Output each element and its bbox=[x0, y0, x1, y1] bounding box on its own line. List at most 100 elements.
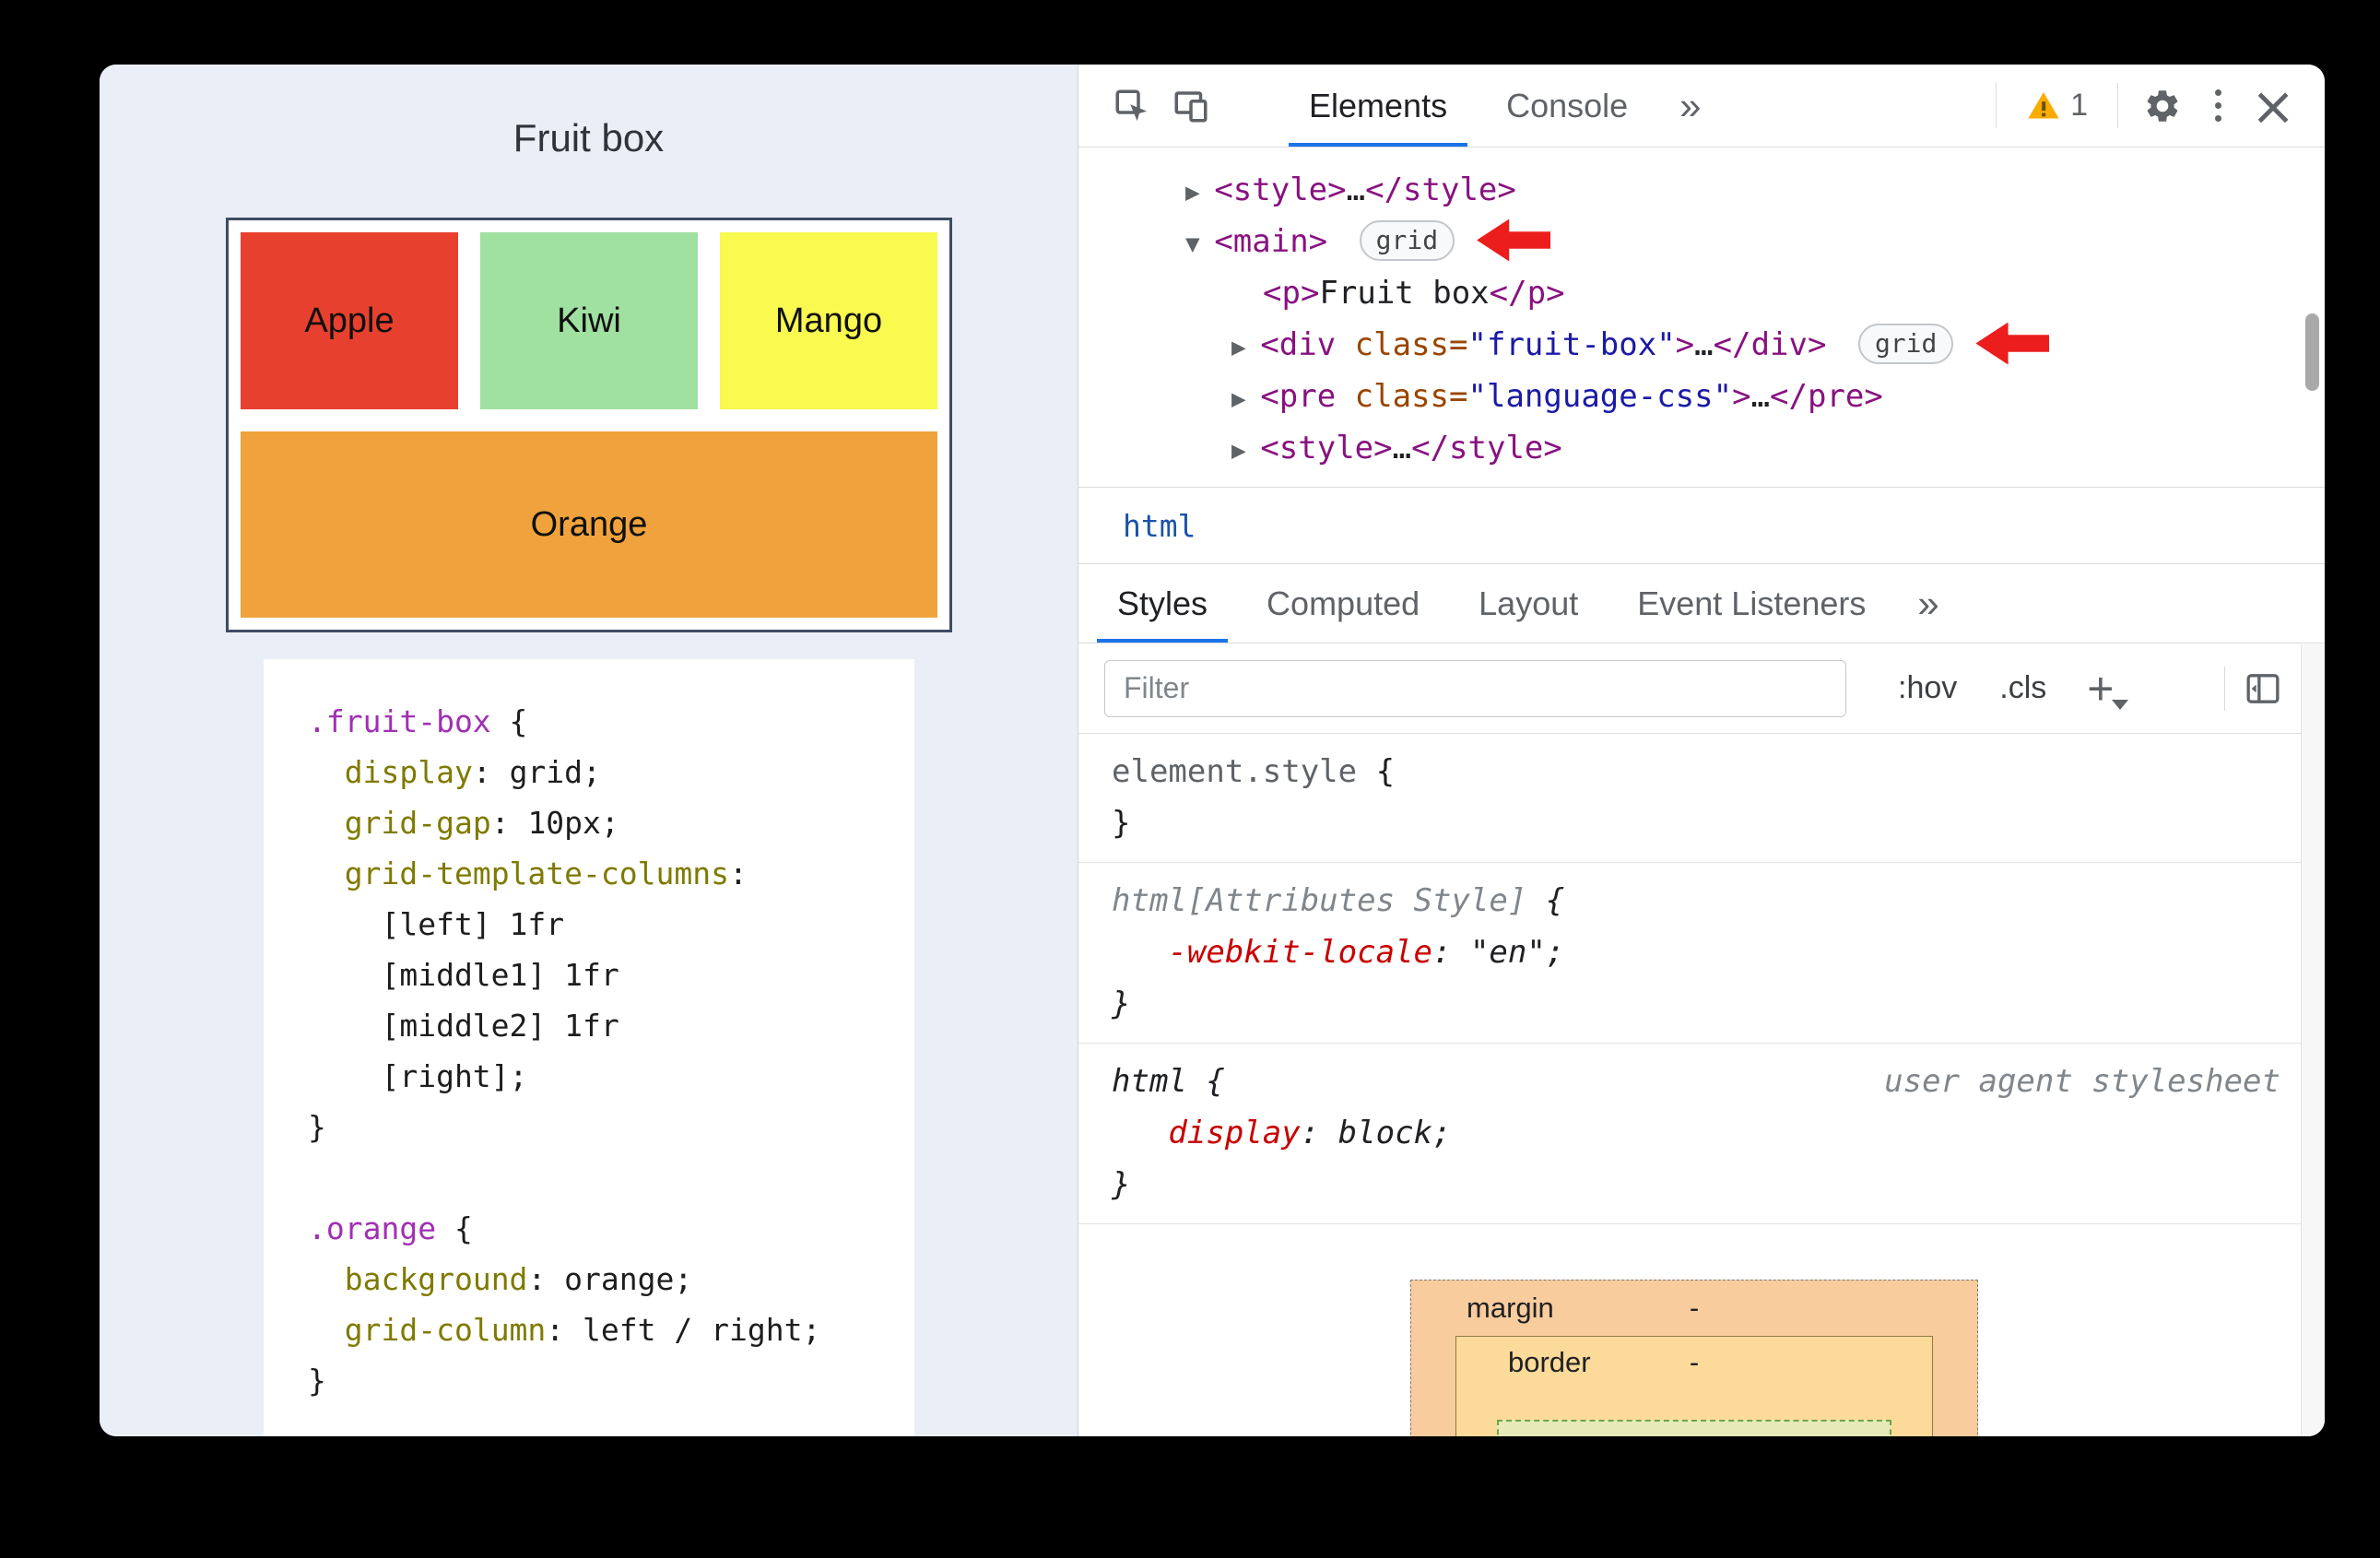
tab-event-listeners[interactable]: Event Listeners bbox=[1608, 564, 1895, 643]
tab-elements[interactable]: Elements bbox=[1279, 65, 1477, 147]
red-arrow-icon bbox=[1477, 218, 1551, 262]
margin-top-value[interactable]: - bbox=[1690, 1282, 1699, 1334]
warning-count: 1 bbox=[2070, 88, 2088, 123]
stylesheet-origin-note: user agent stylesheet bbox=[1884, 1063, 2280, 1100]
rule-line: display: block; bbox=[1112, 1107, 2325, 1159]
code-token: > bbox=[1675, 326, 1695, 363]
more-sidebar-tabs-icon[interactable]: » bbox=[1895, 564, 1961, 643]
code-token: … bbox=[1392, 430, 1412, 466]
code-token: { bbox=[490, 703, 528, 739]
cls-toggle[interactable]: .cls bbox=[1999, 670, 2046, 706]
code-token: ; bbox=[1432, 1115, 1452, 1151]
code-token: </div> bbox=[1713, 326, 1827, 363]
hov-toggle[interactable]: :hov bbox=[1898, 670, 1957, 706]
disclosure-triangle-icon[interactable]: ▶ bbox=[1231, 334, 1260, 361]
rule-line: html[Attributes Style] { bbox=[1112, 875, 2325, 927]
code-token: : orange; bbox=[527, 1261, 693, 1297]
style-rule-user-agent[interactable]: user agent stylesheet html { display: bl… bbox=[1078, 1044, 2325, 1224]
device-toolbar-icon[interactable] bbox=[1161, 77, 1220, 136]
code-token: block bbox=[1337, 1115, 1433, 1151]
box-model-diagram[interactable]: margin - border - bbox=[1410, 1280, 1978, 1436]
dom-line-div-fruit-box[interactable]: ▶ <div class="fruit-box">…</div> grid bbox=[1078, 319, 2325, 371]
code-token: class= bbox=[1336, 378, 1468, 415]
devtools-toolbar: Elements Console » 1 × bbox=[1078, 65, 2325, 148]
code-token: </pre> bbox=[1770, 378, 1883, 415]
code-token: ; bbox=[1545, 934, 1565, 971]
fruit-cell-kiwi: Kiwi bbox=[480, 232, 698, 409]
border-top-value[interactable]: - bbox=[1690, 1337, 1699, 1388]
code-token: <p> bbox=[1263, 275, 1320, 312]
dom-line-pre[interactable]: ▶ <pre class="language-css">…</pre> bbox=[1078, 371, 2325, 422]
toolbar-separator bbox=[1996, 83, 1997, 128]
code-line: .fruit-box { bbox=[308, 696, 914, 747]
code-line: [middle2] 1fr bbox=[308, 1000, 914, 1051]
code-line: display: grid; bbox=[308, 747, 914, 797]
code-token: : left / right; bbox=[546, 1312, 821, 1348]
box-model-margin: margin - border - bbox=[1410, 1280, 1978, 1436]
code-token: <style> bbox=[1260, 430, 1393, 466]
toggle-sidebar-pane-icon[interactable] bbox=[2242, 670, 2284, 707]
fruit-cell-mango: Mango bbox=[720, 232, 937, 409]
dom-scrollbar-thumb[interactable] bbox=[2305, 313, 2319, 391]
style-rule-element[interactable]: element.style { } bbox=[1078, 734, 2325, 863]
code-token: [middle1] 1fr bbox=[308, 957, 619, 993]
code-line: [right]; bbox=[308, 1051, 914, 1102]
warnings-badge[interactable]: 1 bbox=[2011, 65, 2103, 147]
dom-line-main[interactable]: ▼ <main> grid bbox=[1078, 216, 2325, 267]
code-token: [middle2] 1fr bbox=[308, 1008, 619, 1044]
disclosure-triangle-icon[interactable]: ▶ bbox=[1185, 179, 1214, 207]
code-line: background: orange; bbox=[308, 1254, 914, 1304]
code-token: class= bbox=[1336, 326, 1468, 363]
code-token: > bbox=[1732, 378, 1751, 415]
fruit-box-container: Apple Kiwi Mango Orange bbox=[226, 218, 952, 632]
code-token: : bbox=[1432, 934, 1470, 971]
dom-line-style[interactable]: ▶ <style>…</style> bbox=[1078, 422, 2325, 474]
border-label: border bbox=[1508, 1346, 1591, 1378]
fruit-cell-apple: Apple bbox=[241, 232, 458, 409]
browser-window: Fruit box Apple Kiwi Mango Orange .fruit… bbox=[100, 65, 2325, 1436]
disclosure-triangle-icon[interactable]: ▶ bbox=[1231, 385, 1260, 413]
tab-styles[interactable]: Styles bbox=[1088, 564, 1237, 643]
code-line: } bbox=[308, 1355, 914, 1406]
code-line: grid-gap: 10px; bbox=[308, 797, 914, 848]
grid-badge: grid bbox=[1359, 219, 1455, 261]
new-style-rule-button[interactable]: + bbox=[2087, 666, 2129, 712]
more-options-icon[interactable] bbox=[2192, 77, 2244, 136]
code-token: background bbox=[344, 1261, 528, 1297]
disclosure-triangle-icon[interactable]: ▶ bbox=[1231, 437, 1260, 465]
tab-computed[interactable]: Computed bbox=[1237, 564, 1449, 643]
tab-layout[interactable]: Layout bbox=[1449, 564, 1608, 643]
settings-gear-icon[interactable] bbox=[2133, 77, 2192, 136]
box-model-border: border - bbox=[1455, 1336, 1933, 1436]
styles-filter-bar: :hov .cls + bbox=[1078, 643, 2325, 734]
code-line: [middle1] 1fr bbox=[308, 950, 914, 1000]
code-token: element.style bbox=[1112, 753, 1358, 790]
code-token: … bbox=[1346, 171, 1366, 208]
tab-console[interactable]: Console bbox=[1477, 65, 1657, 147]
breadcrumb-html[interactable]: html bbox=[1123, 508, 1196, 544]
code-token: <style> bbox=[1214, 171, 1347, 208]
inspect-element-icon[interactable] bbox=[1102, 77, 1161, 136]
code-token: "fruit-box" bbox=[1467, 326, 1676, 363]
desktop-backdrop: Fruit box Apple Kiwi Mango Orange .fruit… bbox=[0, 0, 2380, 1558]
dom-line-p[interactable]: <p>Fruit box</p> bbox=[1078, 267, 2325, 319]
code-token: "language-css" bbox=[1467, 378, 1733, 415]
code-token: html[Attributes Style] bbox=[1112, 882, 1527, 919]
rule-line: } bbox=[1112, 797, 2325, 849]
styles-filter-input[interactable] bbox=[1104, 659, 1846, 717]
style-rule-attributes[interactable]: html[Attributes Style] { -webkit-locale:… bbox=[1078, 863, 2325, 1044]
dom-line-style-head[interactable]: ▶ <style>…</style> bbox=[1078, 164, 2325, 216]
filter-bar-separator bbox=[2224, 666, 2225, 711]
disclosure-triangle-icon[interactable]: ▼ bbox=[1185, 230, 1214, 258]
box-model-padding bbox=[1497, 1420, 1891, 1436]
rule-line: -webkit-locale: "en"; bbox=[1112, 927, 2325, 978]
more-tabs-icon[interactable]: » bbox=[1657, 65, 1723, 147]
close-devtools-icon[interactable]: × bbox=[2244, 75, 2303, 137]
toolbar-separator bbox=[2117, 83, 2118, 128]
